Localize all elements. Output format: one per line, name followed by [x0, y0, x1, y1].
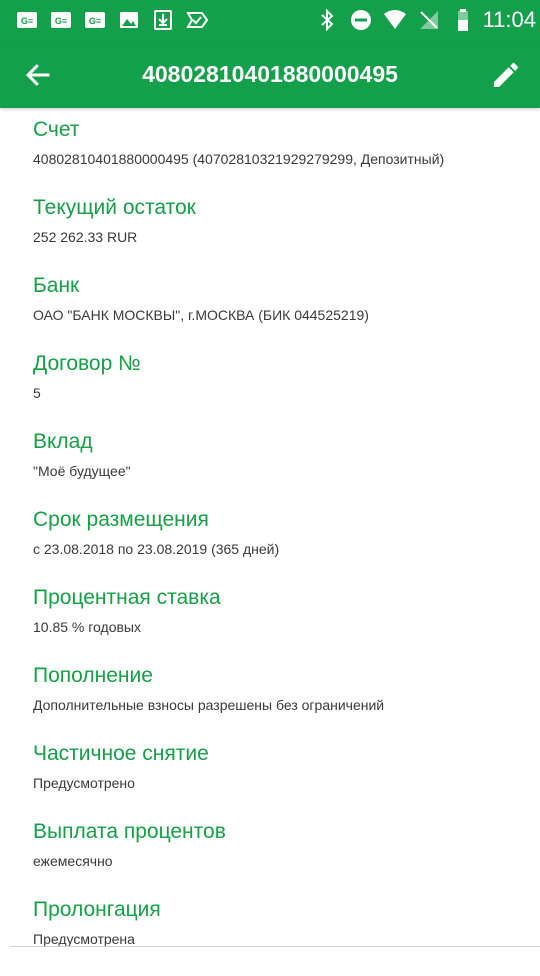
field-label: Пополнение: [33, 664, 153, 687]
edit-button[interactable]: [486, 55, 526, 95]
arrow-back-icon: [25, 64, 50, 86]
pencil-icon: [494, 62, 519, 87]
download-icon: [152, 9, 174, 31]
divider: [10, 946, 540, 947]
no-sim-icon: [417, 8, 441, 32]
ge-money-icon: G≡: [16, 9, 38, 31]
system-icons: 11:04: [305, 6, 536, 34]
field-value: 5: [33, 385, 41, 401]
field-partial-withdrawal: Частичное снятие Предусмотрено: [0, 742, 540, 820]
field-deposit: Вклад "Моё будущее": [0, 430, 540, 508]
field-label: Выплата процентов: [33, 820, 226, 843]
field-value: ежемесячно: [33, 853, 113, 869]
field-account: Счет 40802810401880000495 (4070281032192…: [0, 118, 540, 196]
field-prolongation: Пролонгация Предусмотрена: [0, 898, 540, 976]
field-label: Вклад: [33, 430, 93, 453]
field-label: Договор №: [33, 352, 141, 375]
field-value: 40802810401880000495 (407028103219292792…: [33, 151, 445, 167]
field-label: Счет: [33, 118, 80, 141]
field-value: Дополнительные взносы разрешены без огра…: [33, 697, 385, 713]
field-term: Срок размещения с 23.08.2018 по 23.08.20…: [0, 508, 540, 586]
field-label: Процентная ставка: [33, 586, 221, 609]
field-value: Предусмотрена: [33, 931, 135, 947]
field-label: Частичное снятие: [33, 742, 209, 765]
wifi-icon: [383, 8, 407, 32]
field-value: "Моё будущее": [33, 463, 131, 479]
status-bar: G≡ G≡ G≡ 11:04: [0, 0, 540, 41]
field-label: Текущий остаток: [33, 196, 196, 219]
app-bar: 40802810401880000495: [0, 41, 540, 108]
svg-text:G≡: G≡: [55, 16, 67, 26]
field-label: Банк: [33, 274, 80, 297]
field-interest-rate: Процентная ставка 10.85 % годовых: [0, 586, 540, 664]
notification-icons: G≡ G≡ G≡: [16, 9, 220, 31]
back-button[interactable]: [18, 55, 58, 95]
field-top-up: Пополнение Дополнительные взносы разреше…: [0, 664, 540, 742]
ge-money-icon: G≡: [50, 9, 72, 31]
account-details: Счет 40802810401880000495 (4070281032192…: [0, 108, 540, 976]
field-value: с 23.08.2018 по 23.08.2019 (365 дней): [33, 541, 280, 557]
page-title: 40802810401880000495: [142, 61, 398, 87]
bluetooth-icon: [315, 8, 339, 32]
field-value: 252 262.33 RUR: [33, 229, 138, 245]
field-value: Предусмотрено: [33, 775, 135, 791]
field-value: ОАО "БАНК МОСКВЫ", г.МОСКВА (БИК 0445252…: [33, 307, 369, 323]
image-icon: [118, 9, 140, 31]
status-clock: 11:04: [482, 7, 536, 32]
field-bank: Банк ОАО "БАНК МОСКВЫ", г.МОСКВА (БИК 04…: [0, 274, 540, 352]
field-current-balance: Текущий остаток 252 262.33 RUR: [0, 196, 540, 274]
field-label: Срок размещения: [33, 508, 209, 531]
field-interest-payment: Выплата процентов ежемесячно: [0, 820, 540, 898]
do-not-disturb-icon: [349, 8, 373, 32]
ge-money-icon: G≡: [84, 9, 106, 31]
field-label: Пролонгация: [33, 898, 161, 921]
battery-icon: [451, 8, 475, 32]
field-value: 10.85 % годовых: [33, 619, 141, 635]
svg-text:G≡: G≡: [21, 16, 33, 26]
svg-text:G≡: G≡: [89, 16, 101, 26]
check-label-icon: [186, 9, 208, 31]
field-contract-number: Договор № 5: [0, 352, 540, 430]
